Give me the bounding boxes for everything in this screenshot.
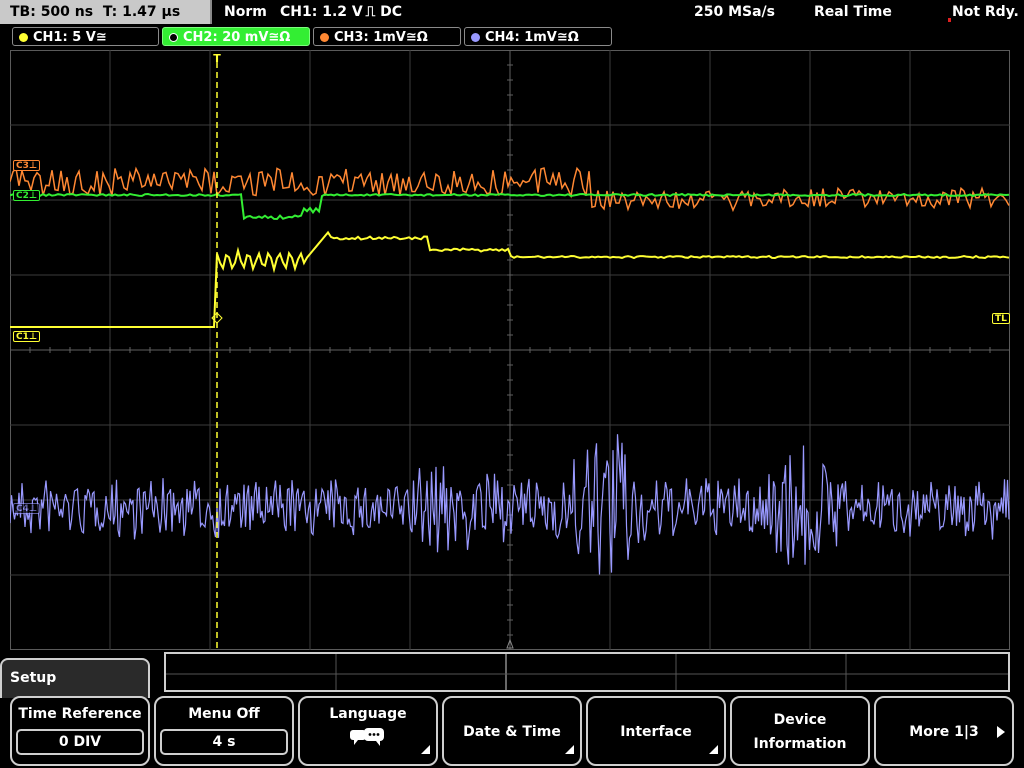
timebase-value: TB: 500 ns	[10, 4, 94, 20]
sample-rate: 250 MSa/s	[694, 4, 776, 20]
interface-button[interactable]: Interface	[586, 696, 726, 766]
ch3-label: CH3: 1mV≅Ω	[334, 30, 428, 45]
date-time-label: Date & Time	[463, 724, 561, 740]
channel-tab-ch1[interactable]: CH1: 5 V≅	[12, 27, 159, 46]
trigger-level-marker[interactable]: TL	[992, 313, 1010, 324]
ch3-dot-icon	[320, 33, 329, 42]
channel-tab-ch3[interactable]: CH3: 1mV≅Ω	[313, 27, 461, 46]
waveform-display[interactable]	[10, 50, 1010, 650]
arrow-right-icon	[997, 726, 1005, 738]
interface-label: Interface	[620, 724, 692, 740]
ch1-dot-icon	[19, 33, 28, 42]
channel-tab-ch4[interactable]: CH4: 1mV≅Ω	[464, 27, 612, 46]
device-information-label-1: Device	[773, 712, 827, 728]
submenu-indicator-icon	[565, 745, 574, 754]
channel-tab-ch2[interactable]: CH2: 20 mV≅Ω	[162, 27, 310, 46]
ch4-label: CH4: 1mV≅Ω	[485, 30, 579, 45]
menu-off-button[interactable]: Menu Off 4 s	[154, 696, 294, 766]
trigger-marker[interactable]: T	[210, 52, 224, 65]
ch2-ground-marker[interactable]: C2⊥	[13, 190, 41, 201]
device-information-button[interactable]: Device Information	[730, 696, 870, 766]
trigger-time-value: T: 1.47 µs	[102, 4, 181, 20]
status-bar: TB: 500 ns T: 1.47 µs Norm CH1: 1.2 V ⎍ …	[0, 0, 1024, 24]
ch1-ground-marker[interactable]: C1⊥	[13, 331, 41, 342]
time-reference-button[interactable]: Time Reference 0 DIV	[10, 696, 150, 766]
menu-title: Setup	[10, 670, 57, 686]
acquisition-state: Not Rdy.	[952, 4, 1019, 20]
menu-title-tab: Setup	[0, 658, 150, 698]
graticule	[10, 50, 1010, 650]
trigger-info[interactable]: CH1: 1.2 V ⎍ DC	[280, 0, 402, 24]
more-button[interactable]: More 1|3	[874, 696, 1014, 766]
trigger-mode[interactable]: Norm	[224, 0, 267, 24]
ch1-label: CH1: 5 V≅	[33, 30, 107, 45]
info-strip	[164, 652, 1010, 692]
menu-off-label: Menu Off	[188, 706, 260, 722]
time-reference-value[interactable]: 0 DIV	[16, 729, 144, 755]
ch2-dot-icon	[169, 33, 178, 42]
speech-bubbles-icon	[350, 728, 384, 746]
alert-mark	[948, 18, 951, 22]
more-label: More 1|3	[909, 724, 979, 740]
ch4-ground-marker[interactable]: C4⊥	[13, 503, 41, 514]
ch4-dot-icon	[471, 33, 480, 42]
time-reference-label: Time Reference	[18, 706, 142, 722]
trigger-position-line[interactable]	[211, 62, 223, 650]
submenu-indicator-icon	[709, 745, 718, 754]
ch2-label: CH2: 20 mV≅Ω	[183, 30, 291, 45]
submenu-indicator-icon	[421, 745, 430, 754]
language-label: Language	[329, 706, 407, 722]
menu-off-value[interactable]: 4 s	[160, 729, 288, 755]
language-button[interactable]: Language	[298, 696, 438, 766]
acquisition-mode: Real Time	[814, 4, 892, 20]
date-time-button[interactable]: Date & Time	[442, 696, 582, 766]
ch3-ground-marker[interactable]: C3⊥	[13, 160, 41, 171]
device-information-label-2: Information	[753, 736, 847, 752]
timebase-readout[interactable]: TB: 500 ns T: 1.47 µs	[0, 0, 212, 24]
